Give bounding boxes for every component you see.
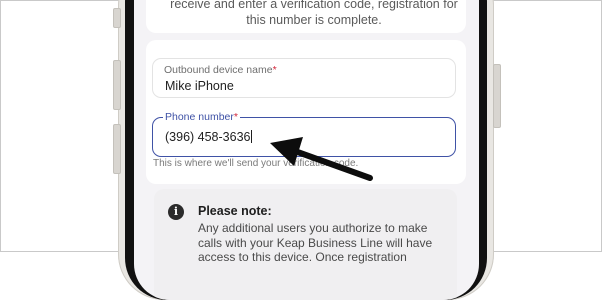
registration-info-card: receive and enter a verification code, r… <box>146 0 466 33</box>
device-name-label: Outbound device name* <box>164 64 277 76</box>
phone-number-helper-text: This is where we'll send your verificati… <box>153 158 359 169</box>
phone-number-field[interactable]: Phone number* (396) 458-3636 <box>152 111 456 157</box>
phone-screen: receive and enter a verification code, r… <box>134 0 479 300</box>
phone-number-label: Phone number* <box>163 111 240 123</box>
phone-mute-switch <box>113 8 121 28</box>
note-body: Any additional users you authorize to ma… <box>198 221 433 264</box>
phone-volume-down-button <box>113 124 121 174</box>
note-title: Please note: <box>198 204 272 218</box>
phone-volume-up-button <box>113 60 121 110</box>
device-name-field[interactable]: Outbound device name* Mike iPhone <box>152 58 456 98</box>
phone-power-button <box>493 64 501 128</box>
registration-info-text: receive and enter a verification code, r… <box>170 0 458 27</box>
phone-number-value: (396) 458-3636 <box>165 130 253 144</box>
text-caret <box>251 130 253 143</box>
please-note-card: i Please note: Any additional users you … <box>154 189 457 300</box>
device-name-value: Mike iPhone <box>165 79 234 93</box>
info-icon: i <box>168 204 184 220</box>
